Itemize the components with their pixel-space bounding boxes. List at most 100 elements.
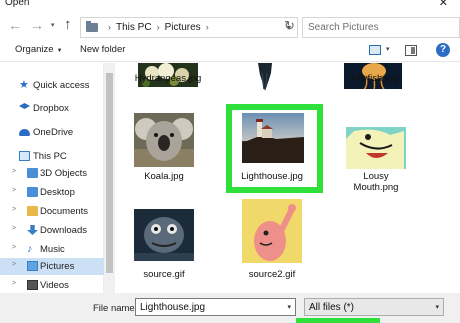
file-name-label: File name: [93, 303, 138, 314]
folder-icon [27, 206, 38, 216]
expand-chevron-icon[interactable]: > [12, 261, 16, 268]
breadcrumb-separator-icon[interactable]: › [206, 22, 209, 32]
file-thumbnail [346, 127, 406, 169]
file-name: Hydrangeas.jpg [134, 73, 202, 84]
folder-icon [86, 21, 98, 32]
cloud-icon [19, 129, 30, 136]
file-name: Lousy Mouth.png [353, 171, 399, 193]
expand-chevron-icon[interactable]: > [12, 187, 16, 194]
file-item-source2-gif[interactable]: source2.gif [234, 199, 310, 283]
sidebar-item-downloads[interactable]: > Downloads [0, 222, 104, 239]
file-name: Koala.jpg [144, 171, 184, 182]
file-name-field[interactable]: Lighthouse.jpg ▾ [135, 298, 296, 316]
file-type-select[interactable]: All files (*) ▾ [304, 298, 444, 316]
file-item-jellyfish-dark[interactable] [228, 63, 298, 93]
chevron-down-icon[interactable]: ▾ [287, 303, 291, 311]
new-folder-button[interactable]: New folder [80, 44, 125, 55]
file-type-value: All files (*) [309, 302, 355, 313]
sidebar-item-label: Videos [40, 280, 69, 291]
sidebar-item-label: Documents [40, 206, 89, 217]
help-icon[interactable]: ? [436, 43, 450, 57]
file-thumbnail [242, 199, 302, 263]
expand-chevron-icon[interactable]: > [12, 244, 16, 251]
music-icon: ♪ [27, 243, 33, 255]
sidebar-item-label: This PC [33, 151, 67, 162]
file-item-jellyfish[interactable]: Jellyfish.jpg [334, 63, 412, 89]
sidebar-item-dropbox[interactable]: Dropbox [0, 100, 104, 117]
breadcrumb-separator-icon: › [108, 22, 111, 32]
sidebar-item-pictures[interactable]: > Pictures [0, 258, 104, 275]
open-button-highlight[interactable] [296, 318, 380, 323]
sidebar-item-label: Desktop [40, 187, 75, 198]
sidebar-item-label: 3D Objects [40, 168, 87, 179]
expand-chevron-icon[interactable]: > [12, 168, 16, 175]
star-icon: ★ [19, 79, 29, 91]
file-name: source.gif [143, 269, 185, 280]
up-arrow-icon[interactable]: ↑ [64, 16, 72, 33]
file-thumbnail [134, 209, 194, 261]
close-icon[interactable]: ✕ [439, 0, 448, 9]
forward-arrow-icon[interactable]: → [30, 17, 44, 33]
sidebar-item-documents[interactable]: > Documents [0, 203, 104, 220]
title-bar: Open ✕ [0, 0, 460, 10]
videos-icon [27, 280, 38, 290]
file-grid: Hydrangeas.jpg Jellyfish.jpg Koala.jpg L… [116, 63, 460, 293]
sidebar-item-videos[interactable]: > Videos [0, 277, 104, 294]
download-icon [27, 225, 38, 235]
view-options-icon[interactable] [369, 45, 381, 55]
search-input[interactable]: Search Pictures [302, 17, 460, 38]
scrollbar-thumb[interactable] [106, 73, 113, 273]
sidebar-item-quick-access[interactable]: ★ Quick access [0, 77, 104, 94]
sidebar-item-this-pc[interactable]: This PC [0, 148, 104, 165]
file-item-lousy-mouth[interactable]: Lousy Mouth.png [336, 113, 416, 193]
sidebar-item-onedrive[interactable]: OneDrive [0, 124, 104, 141]
address-row: ← → ▾ ↑ › This PC › Pictures › ▾ ↻ Search Pi… [0, 12, 460, 40]
file-item-hydrangeas[interactable]: Hydrangeas.jpg [132, 63, 204, 87]
organize-label: Organize [15, 44, 54, 55]
breadcrumb-pictures[interactable]: Pictures [165, 22, 201, 33]
organize-button[interactable]: Organize ▼ [15, 44, 63, 55]
computer-icon [19, 151, 30, 161]
file-thumbnail [238, 63, 290, 93]
file-item-source-gif[interactable]: source.gif [126, 207, 202, 283]
expand-chevron-icon[interactable]: > [12, 280, 16, 287]
back-arrow-icon[interactable]: ← [8, 17, 22, 33]
sidebar-item-label: Pictures [40, 261, 75, 272]
sidebar-item-label: Dropbox [33, 103, 69, 114]
recent-locations-chevron-icon[interactable]: ▾ [51, 21, 55, 29]
organize-caret-icon: ▼ [56, 48, 63, 54]
chevron-down-icon: ▾ [435, 304, 439, 311]
file-name: source2.gif [248, 269, 296, 280]
navigation-pane: ★ Quick access Dropbox OneDrive This PC … [0, 63, 104, 293]
sidebar-item-label: Quick access [33, 80, 90, 91]
sidebar-item-music[interactable]: > ♪ Music [0, 241, 104, 258]
sidebar-item-3d-objects[interactable]: > 3D Objects [0, 165, 104, 182]
sidebar-item-label: Music [40, 244, 65, 255]
selection-highlight-box [226, 104, 323, 193]
dialog-footer: File name: Lighthouse.jpg ▾ All files (*… [0, 293, 460, 323]
expand-chevron-icon[interactable]: > [12, 206, 16, 213]
sidebar-item-desktop[interactable]: > Desktop [0, 184, 104, 201]
command-bar: Organize ▼ New folder ▾ ? [0, 40, 460, 62]
breadcrumb-this-pc[interactable]: This PC [116, 22, 152, 33]
folder-icon [27, 187, 38, 197]
preview-pane-icon[interactable] [405, 45, 417, 56]
sidebar-item-label: Downloads [40, 225, 87, 236]
breadcrumb: › This PC › Pictures › [103, 22, 214, 33]
dropbox-icon [19, 103, 30, 109]
window-title: Open [5, 0, 30, 8]
navigation-scrollbar[interactable] [104, 63, 115, 293]
folder-icon [27, 168, 38, 178]
address-bar[interactable]: › This PC › Pictures › ▾ [80, 17, 298, 38]
file-thumbnail [134, 113, 194, 167]
file-item-koala[interactable]: Koala.jpg [126, 113, 202, 185]
search-placeholder: Search Pictures [308, 22, 379, 33]
sidebar-item-label: OneDrive [33, 127, 74, 138]
breadcrumb-separator-icon: › [156, 22, 160, 32]
refresh-icon[interactable]: ↻ [284, 18, 295, 34]
view-options-chevron-icon[interactable]: ▾ [386, 45, 390, 53]
file-name-value: Lighthouse.jpg [140, 302, 206, 313]
expand-chevron-icon[interactable]: > [12, 225, 16, 232]
pictures-icon [27, 261, 38, 271]
file-name: Jellyfish.jpg [348, 73, 398, 84]
